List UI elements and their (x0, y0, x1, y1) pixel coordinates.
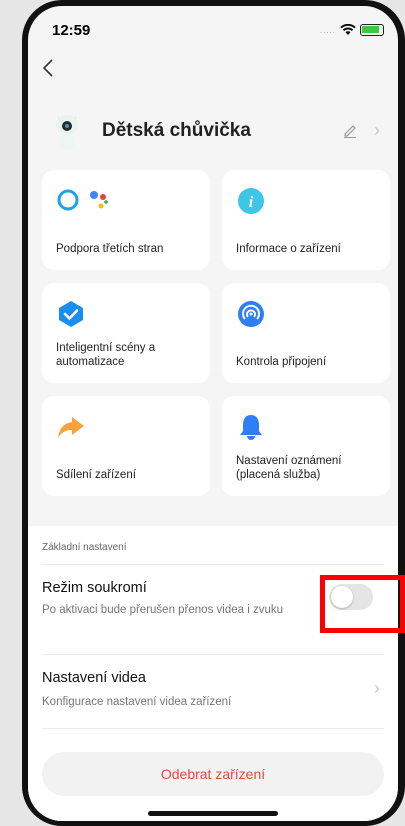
divider (42, 654, 384, 655)
status-bar: 12:59 ..... (28, 6, 398, 50)
tile-label: Inteligentní scény a automatizace (56, 342, 156, 368)
tile-connection-check[interactable]: Kontrola připojení (222, 283, 390, 383)
app-screen: 12:59 ..... Dětská chůvička › Podpora tř… (28, 6, 398, 821)
toggle-highlight-box (320, 575, 405, 633)
video-settings-row[interactable]: Nastavení videa Konfigurace nastavení vi… (28, 656, 398, 726)
tile-share-device[interactable]: Sdílení zařízení (42, 396, 210, 496)
tile-device-info[interactable]: i Informace o zařízení (222, 170, 390, 270)
tile-label: Nastavení oznámení (placená služba) (236, 455, 342, 481)
share-icon (58, 417, 84, 438)
assistant-icons (57, 189, 108, 211)
chevron-right-icon: › (374, 678, 380, 698)
wifi-icon (340, 24, 356, 35)
device-name: Dětská chůvička (102, 120, 251, 141)
connection-check-icon (238, 301, 264, 327)
tile-label: Podpora třetích stran (56, 243, 164, 255)
svg-text:i: i (249, 194, 254, 211)
baby-monitor-icon (56, 115, 78, 150)
privacy-mode-title: Režim soukromí (42, 580, 147, 596)
tile-label: Sdílení zařízení (56, 469, 136, 481)
divider (42, 564, 384, 565)
divider (42, 728, 384, 729)
tile-label: Kontrola připojení (236, 356, 327, 368)
tile-notification-settings[interactable]: Nastavení oznámení (placená služba) (222, 396, 390, 496)
remove-device-button[interactable]: Odebrat zařízení (42, 752, 384, 796)
chevron-right-icon: › (374, 120, 380, 140)
signal-icon: ..... (319, 25, 336, 35)
device-header[interactable]: Dětská chůvička › (28, 106, 398, 156)
status-icons: ..... (320, 24, 384, 36)
back-button[interactable] (42, 58, 62, 82)
info-icon: i (238, 188, 264, 214)
status-time: 12:59 (52, 22, 91, 39)
chevron-left-icon (42, 59, 53, 77)
tile-smart-scenes[interactable]: Inteligentní scény a automatizace (42, 283, 210, 383)
video-settings-title: Nastavení videa (42, 670, 146, 686)
edit-icon[interactable] (342, 122, 358, 138)
home-indicator (148, 811, 278, 816)
smart-scene-icon (59, 301, 83, 327)
section-title: Základní nastavení (42, 542, 127, 553)
tile-label: Informace o zařízení (236, 243, 341, 255)
tile-third-party[interactable]: Podpora třetích stran (42, 170, 210, 270)
battery-icon (360, 24, 384, 36)
bell-icon (240, 415, 262, 440)
privacy-mode-subtitle: Po aktivaci bude přerušen přenos videa i… (42, 604, 284, 616)
video-settings-subtitle: Konfigurace nastavení videa zařízení (42, 696, 232, 708)
